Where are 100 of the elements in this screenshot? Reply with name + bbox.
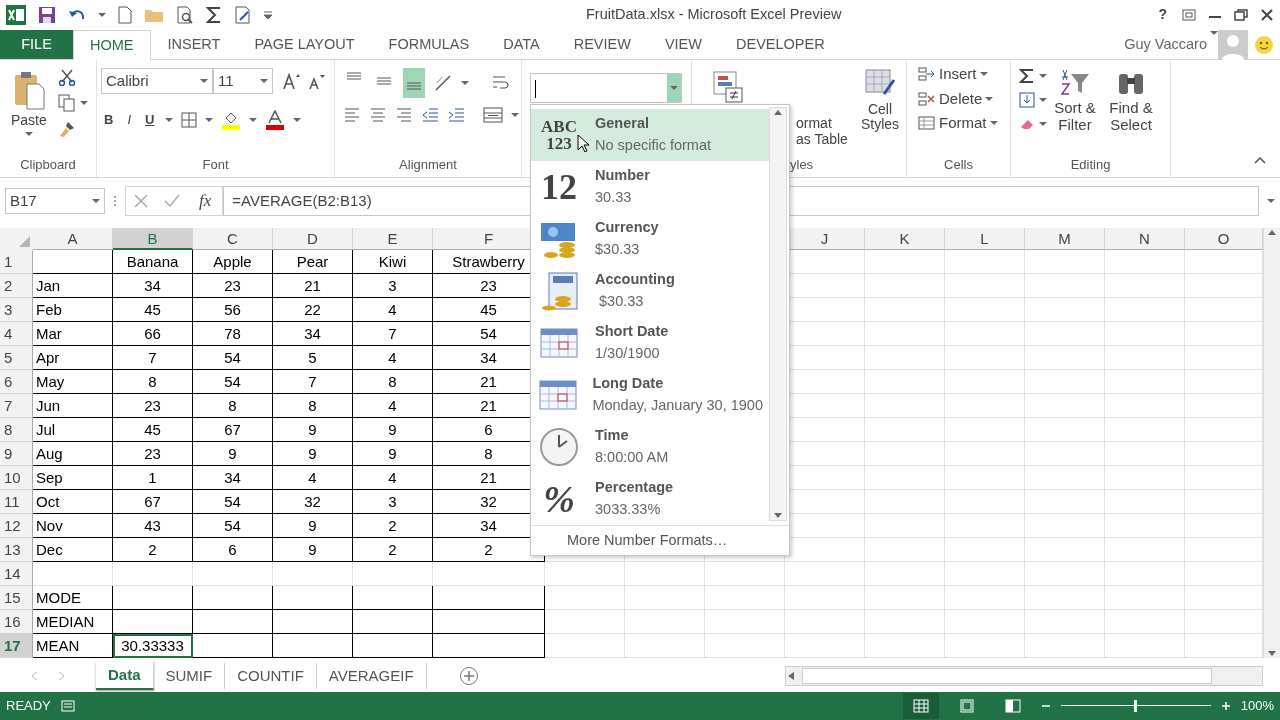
menu-scrollbar[interactable]: [769, 107, 787, 521]
caret-icon[interactable]: [979, 71, 988, 78]
orientation-icon[interactable]: [433, 73, 453, 93]
column-header[interactable]: C: [193, 228, 273, 250]
copy-icon[interactable]: [57, 94, 76, 112]
restore-icon[interactable]: [1234, 9, 1248, 21]
normal-view-button[interactable]: [902, 693, 939, 719]
save-icon[interactable]: [38, 6, 56, 24]
horizontal-scrollbar[interactable]: [785, 666, 1263, 686]
ribbon-tab[interactable]: DEVELOPER: [719, 30, 842, 59]
format-option[interactable]: ABC 123 General No specific format: [531, 109, 769, 161]
format-as-table-button[interactable]: ormat as Table: [796, 108, 848, 155]
sheet-tab[interactable]: SUMIF: [153, 662, 226, 690]
column-header[interactable]: O: [1185, 228, 1263, 250]
paste-button[interactable]: Paste: [8, 68, 50, 140]
row-header[interactable]: 14: [0, 562, 33, 586]
scroll-up-icon[interactable]: [773, 108, 783, 116]
column-header[interactable]: K: [865, 228, 945, 250]
column-header[interactable]: M: [1025, 228, 1105, 250]
row-header[interactable]: 3: [0, 298, 33, 322]
row-header[interactable]: 11: [0, 490, 33, 514]
font-color-icon[interactable]: [265, 110, 286, 130]
column-header[interactable]: B: [113, 228, 193, 250]
scroll-down-icon[interactable]: [773, 512, 783, 520]
caret-icon[interactable]: [200, 78, 208, 84]
customize-caret-icon[interactable]: [264, 11, 272, 19]
grow-font-icon[interactable]: [281, 72, 301, 90]
column-header[interactable]: A: [33, 228, 113, 250]
shrink-font-icon[interactable]: [307, 72, 325, 90]
ribbon-tab[interactable]: FORMULAS: [371, 30, 487, 59]
caret-icon[interactable]: [165, 117, 174, 123]
vertical-scrollbar[interactable]: [1263, 228, 1280, 658]
caret-icon[interactable]: [249, 117, 258, 123]
column-header[interactable]: L: [945, 228, 1025, 250]
print-preview-icon[interactable]: [176, 6, 194, 24]
conditional-formatting-icon[interactable]: [712, 70, 744, 104]
row-header[interactable]: 15: [0, 586, 33, 610]
sort-filter-button[interactable]: Sort & Filter: [1047, 98, 1103, 135]
new-sheet-icon[interactable]: [458, 666, 479, 686]
borders-icon[interactable]: [181, 112, 198, 128]
merge-center-icon[interactable]: [483, 106, 503, 124]
caret-icon[interactable]: [79, 100, 88, 106]
caret-icon[interactable]: [461, 80, 469, 86]
increase-indent-icon[interactable]: [447, 106, 465, 124]
caret-icon[interactable]: [1039, 97, 1047, 103]
caret-icon[interactable]: [989, 120, 998, 127]
font-size-field[interactable]: 11: [213, 68, 273, 94]
caret-icon[interactable]: [511, 112, 519, 118]
row-header[interactable]: 17: [0, 634, 33, 658]
cell-styles-button[interactable]: Cell Styles: [854, 100, 906, 135]
scroll-up-icon[interactable]: [1267, 228, 1277, 236]
sigma-icon[interactable]: [1019, 68, 1035, 84]
new-document-icon[interactable]: [118, 6, 132, 24]
sigma-icon[interactable]: [206, 6, 222, 24]
caret-icon[interactable]: [1267, 198, 1275, 204]
font-name-field[interactable]: Calibri: [101, 68, 213, 94]
ribbon-tab[interactable]: FILE: [0, 30, 73, 59]
spelling-icon[interactable]: [234, 6, 252, 24]
full-screen-icon[interactable]: [1182, 9, 1196, 21]
row-header[interactable]: 7: [0, 394, 33, 418]
row-header[interactable]: 4: [0, 322, 33, 346]
caret-icon[interactable]: [293, 117, 302, 123]
scroll-left-icon[interactable]: [786, 671, 796, 681]
insert-cells-button[interactable]: Insert: [915, 64, 1001, 85]
zoom-slider[interactable]: [1060, 700, 1211, 712]
zoom-in-icon[interactable]: [1220, 701, 1231, 711]
caret-icon[interactable]: [1039, 121, 1047, 127]
delete-cells-button[interactable]: Delete: [915, 88, 1001, 109]
column-header[interactable]: D: [273, 228, 353, 250]
caret-icon[interactable]: [1210, 30, 1218, 36]
collapse-ribbon-icon[interactable]: [1254, 156, 1266, 164]
name-box[interactable]: B17: [5, 188, 105, 214]
row-header[interactable]: 2: [0, 274, 33, 298]
caret-icon[interactable]: [92, 198, 100, 204]
number-format-field[interactable]: [530, 73, 682, 103]
sort-filter-icon[interactable]: [1059, 68, 1091, 98]
row-header[interactable]: 1: [0, 250, 33, 274]
column-header[interactable]: N: [1105, 228, 1185, 250]
fill-down-icon[interactable]: [1019, 92, 1035, 108]
sheet-tab[interactable]: COUNTIF: [225, 662, 317, 690]
column-header[interactable]: E: [353, 228, 433, 250]
sheet-tab[interactable]: Data: [96, 661, 154, 691]
help-button[interactable]: ?: [1155, 5, 1170, 25]
row-header[interactable]: 6: [0, 370, 33, 394]
user-name[interactable]: Guy Vaccaro: [1121, 30, 1210, 59]
caret-icon[interactable]: [24, 131, 33, 138]
fill-color-icon[interactable]: [221, 110, 242, 130]
row-header[interactable]: 9: [0, 442, 33, 466]
spreadsheet-logo-icon[interactable]: [6, 5, 26, 25]
row-header[interactable]: 13: [0, 538, 33, 562]
ribbon-tab[interactable]: REVIEW: [556, 30, 648, 59]
selected-cell[interactable]: 30.33333: [113, 634, 193, 658]
caret-icon[interactable]: [985, 95, 994, 102]
slider-thumb[interactable]: [1134, 700, 1138, 712]
underline-button[interactable]: U: [142, 110, 158, 130]
row-header[interactable]: 5: [0, 346, 33, 370]
italic-button[interactable]: I: [124, 110, 134, 130]
zoom-level[interactable]: 100%: [1240, 696, 1274, 716]
bold-button[interactable]: B: [101, 110, 117, 130]
row-header[interactable]: 10: [0, 466, 33, 490]
